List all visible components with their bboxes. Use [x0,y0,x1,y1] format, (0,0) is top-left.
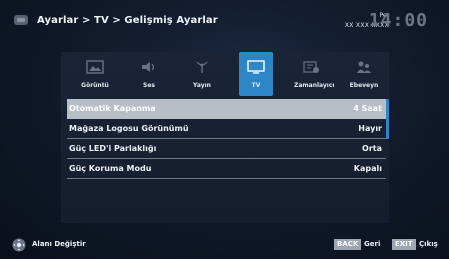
category-picture[interactable]: Görüntü [78,52,112,96]
setting-row-power-led[interactable]: Güç LED'i Parlaklığı Orta [67,139,386,159]
category-tv[interactable]: TV [239,52,273,96]
category-label: Yayın [193,82,211,89]
header: Ayarlar > TV > Gelişmiş Ayarlar Per XX X… [0,0,449,44]
category-label: Ebeveyn [349,82,379,89]
exit-key-badge[interactable]: EXIT [392,239,416,250]
settings-list: Otomatik Kapanma 4 Saat Mağaza Logosu Gö… [67,99,386,179]
breadcrumb: Ayarlar > TV > Gelişmiş Ayarlar [37,15,218,26]
setting-value: Hayır [358,124,382,133]
setting-name: Güç Koruma Modu [69,164,152,173]
clock: 14:00 [368,10,428,31]
antenna-icon [196,61,208,73]
category-label: Görüntü [81,82,109,89]
tv-menu-screen: Ayarlar > TV > Gelişmiş Ayarlar Per XX X… [0,0,449,259]
scrollbar[interactable] [386,99,389,139]
category-label: TV [251,82,261,89]
setting-name: Mağaza Logosu Görünümü [69,124,189,133]
settings-panel: Görüntü Ses Yayın TV Zamanlayıcı Ebeveyn… [61,52,389,223]
exit-label: Çıkış [419,240,438,248]
back-key-badge[interactable]: BACK [334,239,362,250]
setting-row-store-logo[interactable]: Mağaza Logosu Görünümü Hayır [67,119,386,139]
setting-value: Orta [362,144,382,153]
setting-name: Güç LED'i Parlaklığı [69,144,157,153]
home-icon [14,15,28,25]
picture-icon [86,60,104,74]
category-broadcast[interactable]: Yayın [185,52,219,96]
setting-value: Kapalı [353,164,382,173]
sound-icon [142,62,155,72]
category-timer[interactable]: Zamanlayıcı [294,52,335,96]
setting-row-power-saving[interactable]: Güç Koruma Modu Kapalı [67,159,386,179]
category-sound[interactable]: Ses [132,52,166,96]
setting-row-auto-off[interactable]: Otomatik Kapanma 4 Saat [67,99,386,119]
setting-name: Otomatik Kapanma [69,104,156,113]
category-bar: Görüntü Ses Yayın TV Zamanlayıcı Ebeveyn [61,52,389,96]
category-label: Zamanlayıcı [294,82,335,89]
navigation-hint: Alanı Değiştir [32,240,86,248]
setting-value: 4 Saat [353,104,382,113]
tv-icon [247,60,265,74]
parental-icon [357,61,371,73]
timer-icon [303,61,319,73]
category-label: Ses [143,82,155,89]
footer: Alanı Değiştir BACK Geri EXIT Çıkış [0,230,449,259]
navigation-pad-icon [12,238,26,252]
back-label: Geri [364,240,381,248]
category-parental[interactable]: Ebeveyn [347,52,381,96]
